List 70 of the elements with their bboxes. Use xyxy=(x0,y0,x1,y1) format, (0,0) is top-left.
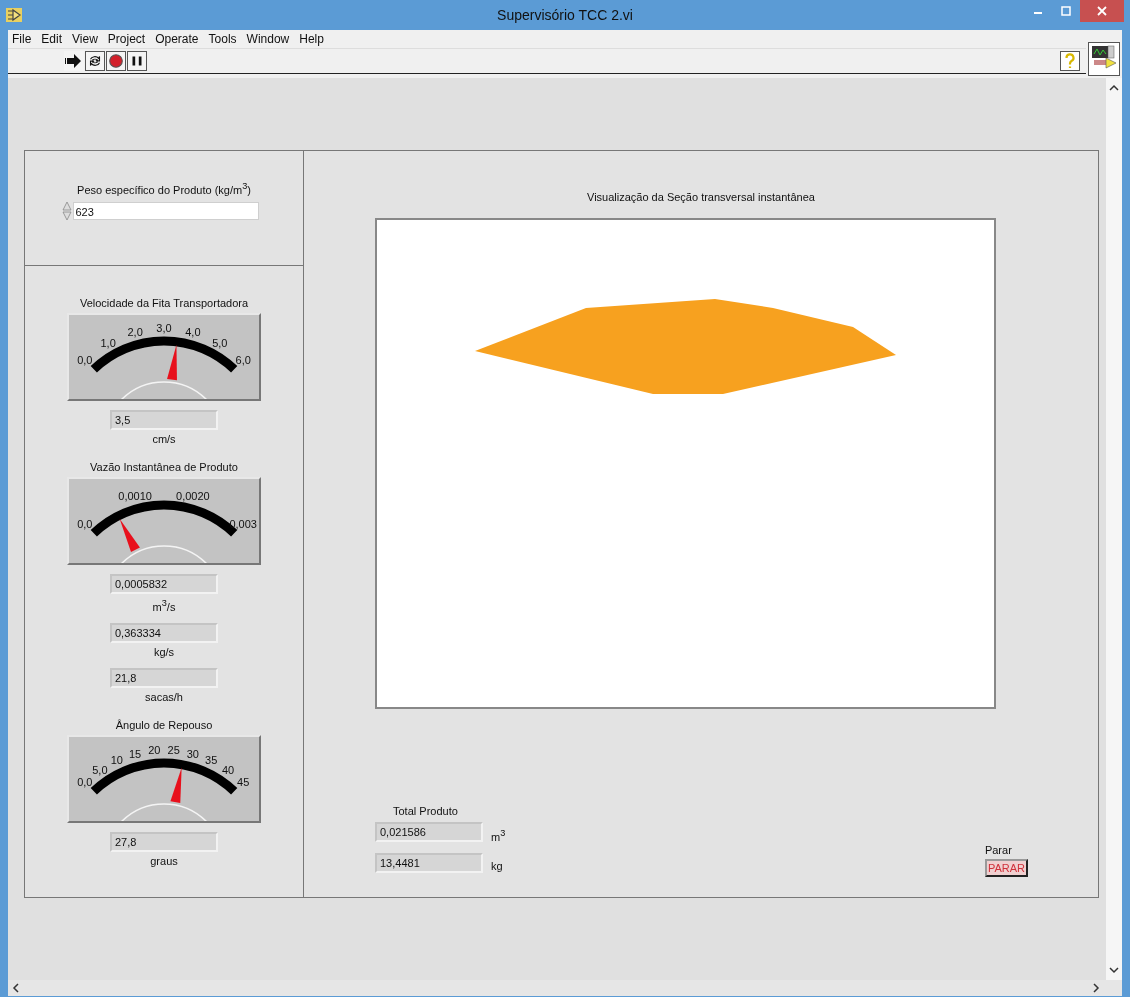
vertical-scrollbar[interactable] xyxy=(1106,78,1122,980)
tick-label: 1,0 xyxy=(100,336,116,349)
unit-label: cm/s xyxy=(152,432,176,446)
control-label: Peso específico do Produto (kg/m$^{3}$) xyxy=(77,180,251,197)
close-button[interactable] xyxy=(1080,0,1124,22)
scroll-up-icon[interactable] xyxy=(1109,84,1119,92)
tick-label: 40 xyxy=(222,763,235,776)
unit-label: sacas/h xyxy=(145,689,183,704)
tick-label: 20 xyxy=(148,744,161,757)
menu-item[interactable]: Project xyxy=(107,32,146,46)
scroll-right-icon[interactable] xyxy=(1092,983,1100,993)
menu-item[interactable]: File xyxy=(12,32,32,46)
tick-label: 0,0 xyxy=(77,354,93,366)
tick-label: 0,0 xyxy=(77,518,93,530)
menu-item[interactable]: Help xyxy=(299,32,324,46)
gauge-needle xyxy=(119,518,140,553)
tick-label: 0,0010 xyxy=(118,489,152,502)
unit-label: m$^{3}$ xyxy=(491,828,506,843)
vi-icon[interactable] xyxy=(1088,42,1120,76)
help-icon[interactable] xyxy=(1060,51,1080,71)
readout-field: 0,0005832 xyxy=(110,574,218,594)
readout-field: 21,8 xyxy=(110,667,218,688)
tick-label: 30 xyxy=(186,747,199,760)
menu-item[interactable]: Tools xyxy=(208,32,237,46)
readout-field: 3,5 xyxy=(110,410,218,430)
tick-label: 6,0 xyxy=(235,354,251,366)
stop-label: Parar xyxy=(984,842,1012,857)
gauge-needle xyxy=(170,767,182,803)
readout-field: 0,021586 xyxy=(375,822,483,843)
tick-label: 35 xyxy=(205,753,218,766)
abort-icon[interactable] xyxy=(106,51,126,71)
gauge-title: Velocidade da Fita Transportadora xyxy=(79,296,249,310)
maximize-icon[interactable] xyxy=(1061,6,1071,16)
tick-label: 5,0 xyxy=(92,763,108,776)
total-title: Total Produto xyxy=(393,804,459,818)
unit-label: kg/s xyxy=(153,644,175,659)
gauge-title: Ângulo de Repouso xyxy=(115,717,213,732)
tick-label: 3,0 xyxy=(156,322,172,334)
tick-label: 45 xyxy=(237,775,250,788)
horizontal-scrollbar[interactable] xyxy=(8,980,1122,996)
run-continuously-icon[interactable] xyxy=(85,51,105,71)
tick-label: 15 xyxy=(129,747,142,760)
tick-label: 0,0020 xyxy=(176,489,210,502)
window-title: Supervisório TCC 2.vi xyxy=(497,7,633,23)
readout-field: 27,8 xyxy=(110,831,218,852)
stop-button[interactable]: PARAR xyxy=(984,858,1028,877)
menu-item[interactable]: Edit xyxy=(41,32,63,46)
tick-label: 4,0 xyxy=(185,325,201,338)
unit-label: m$^{3}$/s xyxy=(152,597,176,614)
tick-label: 25 xyxy=(167,744,180,757)
graph-title: Visualização da Seção transversal instantânea xyxy=(587,190,815,204)
menu-item[interactable]: Window xyxy=(246,32,290,46)
numeric-input-field[interactable]: 623 xyxy=(72,201,259,220)
scroll-down-icon[interactable] xyxy=(1109,966,1119,974)
gauge-title: Vazão Instantânea de Produto xyxy=(90,460,238,474)
pause-icon[interactable] xyxy=(127,51,147,71)
scroll-left-icon[interactable] xyxy=(12,983,20,993)
menu-item[interactable]: View xyxy=(72,32,98,46)
close-icon[interactable] xyxy=(1097,6,1107,16)
run-arrow-icon[interactable] xyxy=(64,51,84,71)
tick-label: 2,0 xyxy=(127,325,143,338)
menu-item[interactable]: Operate xyxy=(155,32,199,46)
app-icon xyxy=(6,8,22,22)
readout-field: 13,4481 xyxy=(375,852,483,873)
unit-label: kg xyxy=(491,859,503,872)
readout-field: 0,363334 xyxy=(110,622,218,643)
tick-label: 10 xyxy=(110,753,123,766)
tick-label: 0,0 xyxy=(77,775,93,788)
unit-label: graus xyxy=(150,853,178,868)
tick-label: 5,0 xyxy=(212,336,228,349)
